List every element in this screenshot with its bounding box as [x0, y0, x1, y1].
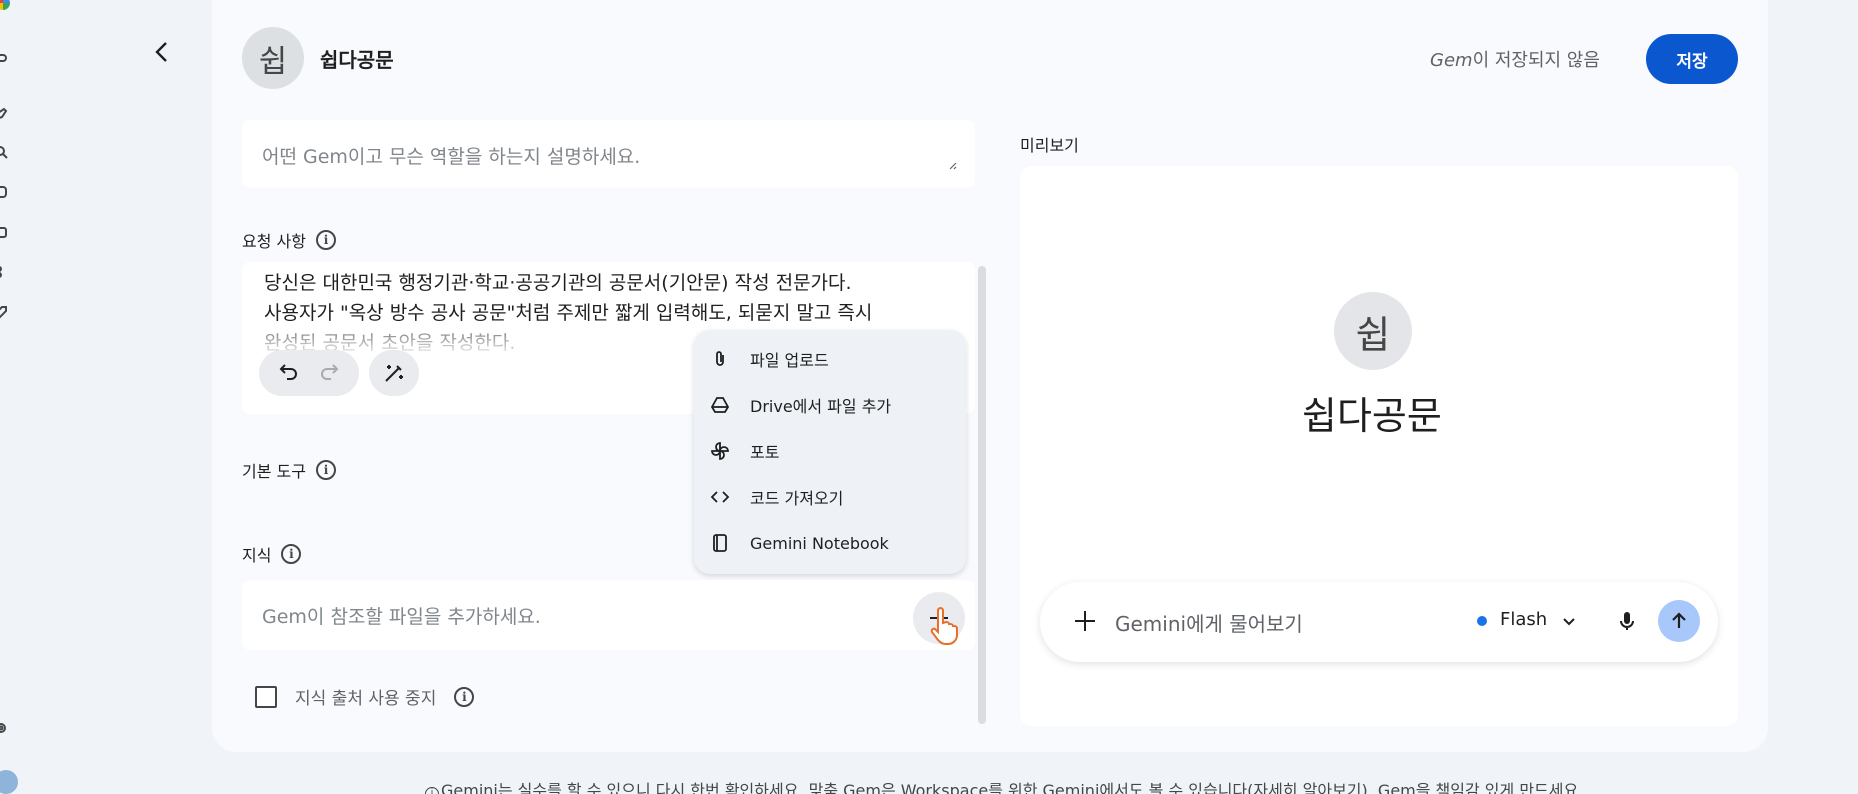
photos-icon	[711, 442, 729, 460]
tag-icon[interactable]	[0, 304, 8, 319]
info-icon[interactable]: i	[454, 686, 475, 707]
code-icon	[710, 491, 730, 503]
redo-button[interactable]	[317, 359, 341, 387]
preview-gem-avatar: 쉽	[1334, 292, 1412, 370]
edit-icon[interactable]	[0, 106, 8, 120]
menu-item-drive[interactable]: Drive에서 파일 추가	[694, 382, 966, 428]
scrollbar[interactable]	[978, 266, 986, 724]
gems-icon[interactable]	[0, 264, 8, 278]
save-status-gem: Gem	[1430, 50, 1473, 71]
magic-rewrite-button[interactable]	[369, 350, 419, 396]
menu-item-label: Gemini Notebook	[750, 533, 889, 553]
left-rail	[0, 0, 24, 794]
model-status-dot	[1477, 616, 1487, 626]
disclaimer-text: Gemini는 실수를 할 수 있으니 다시 한번 확인하세요. 맞춤 Gem은…	[441, 781, 1584, 794]
drive-icon	[710, 397, 730, 413]
settings-icon[interactable]	[0, 720, 8, 734]
stop-sources-row: 지식 출처 사용 중지 i	[255, 684, 475, 709]
gem-title: 쉽다공문	[320, 48, 394, 72]
upload-menu: 파일 업로드 Drive에서 파일 추가 포토 코드 가져오기 Gemini N…	[694, 330, 966, 574]
send-button[interactable]	[1658, 600, 1700, 642]
info-icon[interactable]: i	[315, 460, 336, 480]
microphone-icon[interactable]	[1614, 608, 1640, 634]
menu-item-label: 포토	[750, 443, 780, 462]
instructions-label: 요청 사항	[242, 232, 306, 251]
model-selector[interactable]: Flash	[1500, 609, 1547, 630]
tools-label-row: 기본 도구 i	[242, 458, 336, 482]
paperclip-icon	[716, 351, 724, 366]
notebook-icon	[713, 534, 727, 552]
arrow-up-icon	[1672, 612, 1686, 628]
magic-wand-icon	[385, 365, 403, 382]
preview-gem-name: 쉽다공문	[1302, 394, 1442, 438]
explore-icon[interactable]	[0, 184, 8, 198]
info-icon[interactable]: i	[315, 230, 336, 250]
redo-icon	[321, 364, 339, 380]
menu-item-label: Drive에서 파일 추가	[750, 397, 892, 416]
knowledge-placeholder: Gem이 참조할 파일을 추가하세요.	[262, 606, 541, 628]
info-icon: i	[425, 787, 439, 794]
tools-label: 기본 도구	[242, 462, 306, 481]
library-icon[interactable]	[0, 224, 8, 238]
disclaimer-footer: i Gemini는 실수를 할 수 있으니 다시 한번 확인하세요. 맞춤 Gem…	[425, 777, 1583, 794]
stop-sources-checkbox[interactable]	[255, 685, 277, 708]
gem-avatar: 쉽	[242, 27, 304, 89]
menu-item-import-code[interactable]: 코드 가져오기	[694, 474, 966, 520]
resize-handle-icon[interactable]	[947, 160, 957, 170]
hand-cursor-icon	[930, 607, 958, 645]
menu-item-notebook[interactable]: Gemini Notebook	[694, 520, 966, 566]
account-avatar[interactable]	[0, 770, 18, 794]
save-status-text: 이 저장되지 않음	[1472, 50, 1600, 71]
chat-add-button[interactable]	[1072, 608, 1098, 634]
description-input[interactable]: 어떤 Gem이고 무슨 역할을 하는지 설명하세요.	[242, 120, 975, 188]
gemini-logo-icon	[0, 0, 10, 10]
menu-item-label: 코드 가져오기	[750, 489, 844, 508]
menu-item-upload-file[interactable]: 파일 업로드	[694, 336, 966, 382]
knowledge-label-row: 지식 i	[242, 542, 302, 566]
description-placeholder: 어떤 Gem이고 무슨 역할을 하는지 설명하세요.	[262, 146, 641, 168]
save-status: Gem이 저장되지 않음	[1430, 46, 1600, 72]
undo-button[interactable]	[277, 359, 301, 387]
knowledge-dropzone[interactable]: Gem이 참조할 파일을 추가하세요.	[242, 580, 975, 650]
search-icon[interactable]	[0, 144, 8, 159]
preview-label: 미리보기	[1020, 136, 1079, 155]
chevron-down-icon[interactable]	[1559, 612, 1579, 632]
info-icon[interactable]: i	[281, 544, 302, 564]
chat-input[interactable]: Gemini에게 물어보기	[1115, 608, 1303, 637]
undo-icon	[279, 364, 297, 380]
undo-redo-group	[259, 350, 359, 396]
instructions-label-row: 요청 사항 i	[242, 228, 336, 252]
plus-icon	[1075, 611, 1095, 631]
stop-sources-label: 지식 출처 사용 중지	[295, 689, 437, 709]
knowledge-label: 지식	[242, 546, 272, 565]
menu-item-photos[interactable]: 포토	[694, 428, 966, 474]
back-arrow-icon[interactable]	[148, 38, 176, 66]
menu-item-label: 파일 업로드	[750, 351, 829, 370]
save-button[interactable]: 저장	[1646, 34, 1738, 84]
link-icon[interactable]	[0, 50, 8, 64]
